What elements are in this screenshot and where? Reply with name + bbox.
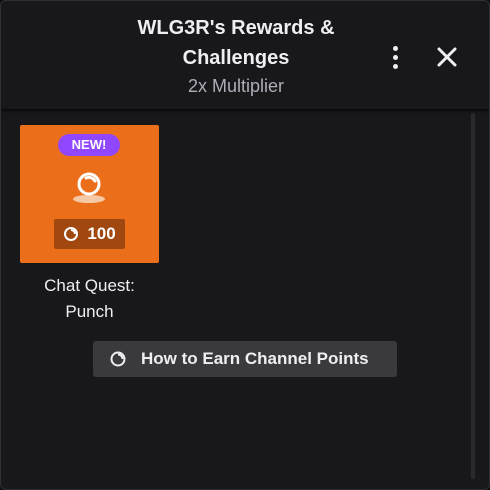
reward-cost-value: 100 [87, 224, 116, 243]
popover-header: WLG3R's Rewards & Challenges 2x Multipli… [1, 1, 489, 110]
reward-card[interactable]: NEW! 100 [20, 125, 159, 263]
how-to-earn-label: How to Earn Channel Points [141, 349, 369, 368]
close-button[interactable] [431, 41, 463, 73]
multiplier-label: 2x Multiplier [187, 76, 285, 96]
popover-title-line1: WLG3R's Rewards & [137, 17, 335, 39]
popover-title-line2: Challenges [182, 47, 290, 69]
new-badge: NEW! [58, 134, 120, 156]
channel-points-icon [64, 227, 79, 241]
more-vertical-icon [392, 45, 398, 69]
punch-icon [73, 172, 105, 203]
reward-cost: 100 [54, 219, 125, 249]
reward-title-line1: Chat Quest: [44, 276, 135, 295]
popover-title: WLG3R's Rewards & Challenges [111, 13, 361, 73]
reward-title-line2: Punch [65, 302, 114, 321]
rewards-popover: WLG3R's Rewards & Challenges 2x Multipli… [0, 0, 490, 490]
more-options-button[interactable] [381, 41, 409, 73]
close-icon [437, 47, 457, 67]
reward-title: Chat Quest: Punch [20, 273, 159, 325]
scrollbar[interactable] [471, 113, 475, 479]
how-to-earn-button[interactable]: How to Earn Channel Points [93, 341, 397, 377]
channel-points-icon [110, 351, 126, 367]
